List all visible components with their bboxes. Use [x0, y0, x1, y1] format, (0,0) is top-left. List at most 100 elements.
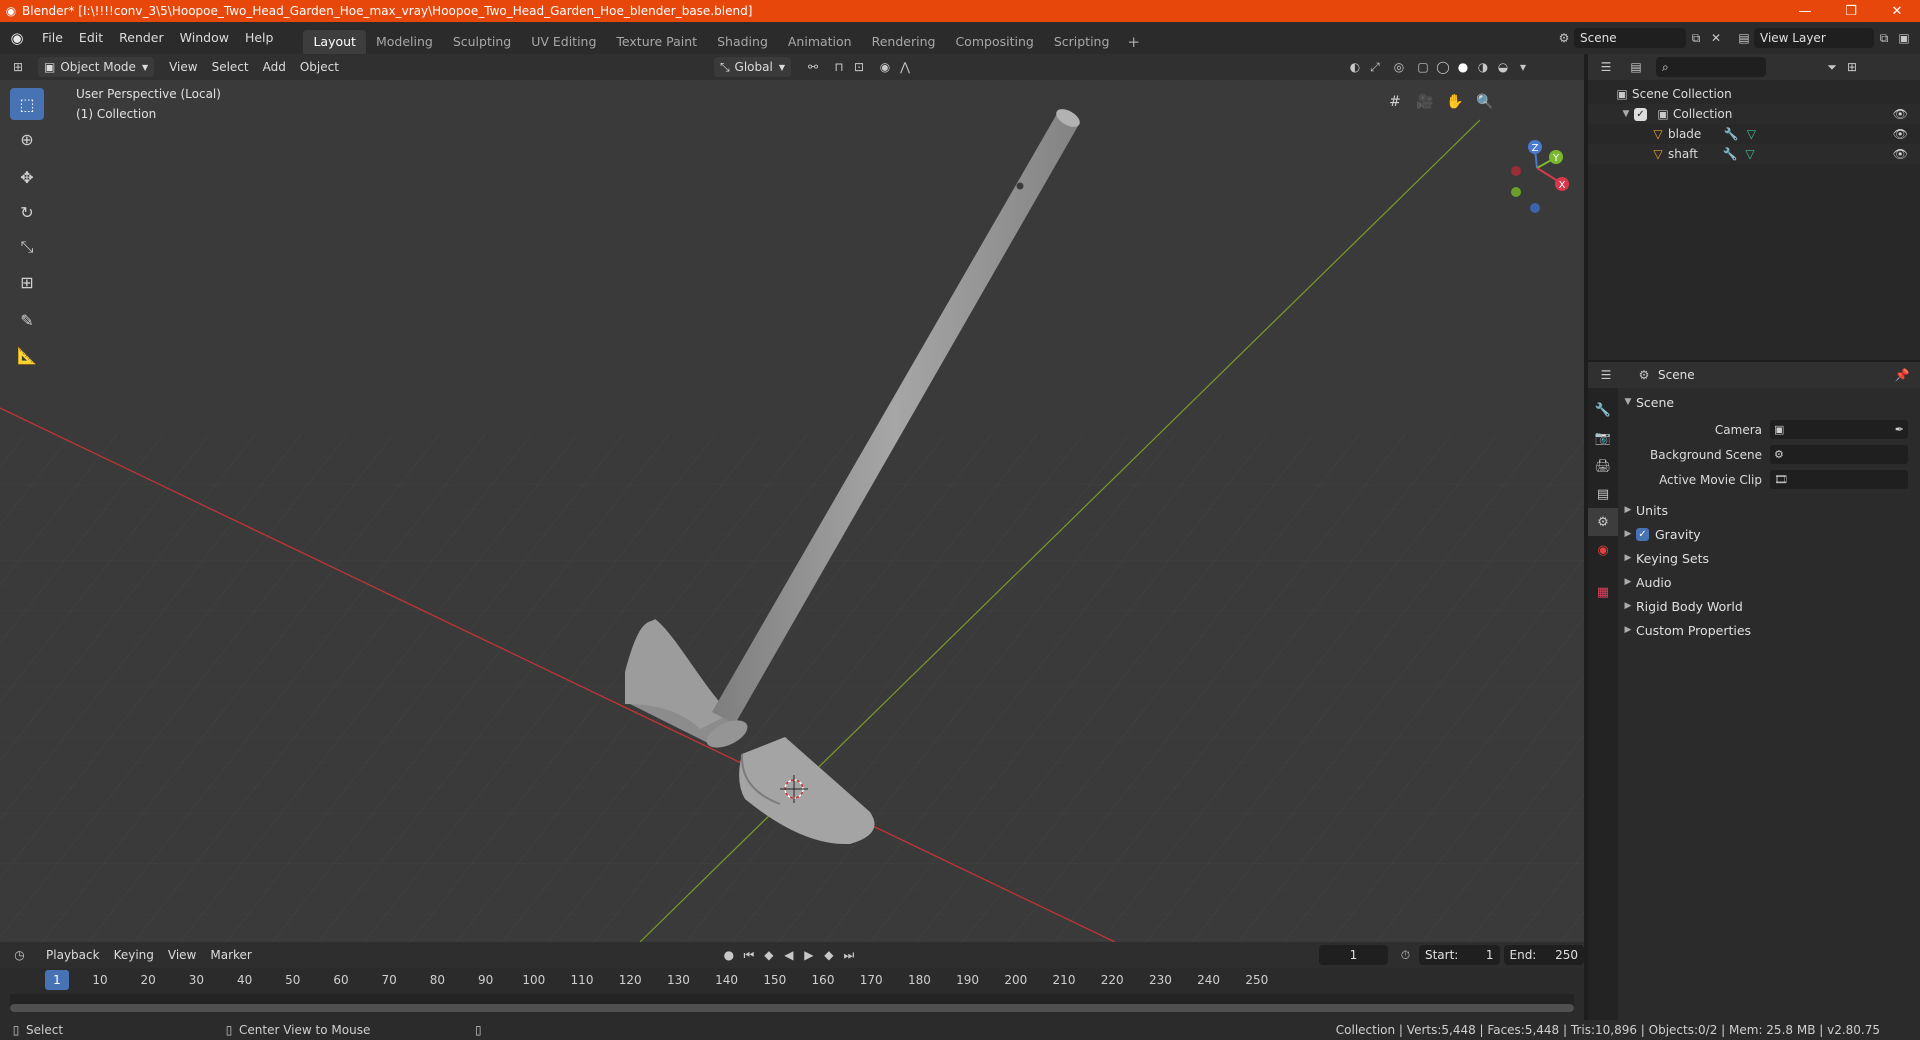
menu-help[interactable]: Help — [237, 27, 282, 49]
transform-orientation[interactable]: ⤡ Global ▼ — [713, 57, 791, 77]
tab-uv-editing[interactable]: UV Editing — [521, 30, 606, 54]
next-keyframe-icon[interactable]: ◆ — [819, 945, 839, 965]
play-reverse-icon[interactable]: ◀ — [779, 945, 799, 965]
jump-end-icon[interactable]: ⏭ — [839, 945, 859, 965]
scale-tool-icon[interactable]: ⤡ — [10, 231, 44, 263]
tab-rendering[interactable]: Rendering — [862, 30, 946, 54]
move-tool-icon[interactable]: ✥ — [10, 161, 44, 193]
editor-type-icon[interactable]: ⊞ — [8, 57, 28, 77]
xray-icon[interactable]: ▢ — [1413, 57, 1433, 77]
output-tab-icon[interactable]: 🖨 — [1588, 452, 1618, 480]
preview-range-icon[interactable]: ⏱ — [1396, 945, 1415, 965]
tab-texture-paint[interactable]: Texture Paint — [606, 30, 707, 54]
camera-field[interactable]: ▣ ✒ — [1770, 420, 1908, 439]
gizmo-neg-z[interactable] — [1530, 203, 1540, 213]
frame-ruler[interactable]: 1 10 20 30 40 50 60 70 80 90 100 110 120 130 140 150 16… — [10, 970, 1574, 992]
shading-options-icon[interactable]: ▾ — [1513, 57, 1533, 77]
zoom-icon[interactable]: 🔍 — [1470, 88, 1500, 116]
view-layer-icon[interactable]: ▤ — [1734, 28, 1754, 48]
end-frame-field[interactable]: End: 250 — [1503, 945, 1585, 965]
maximize-icon[interactable]: ❐ — [1828, 0, 1874, 22]
new-collection-icon[interactable]: ⊞ — [1842, 57, 1862, 77]
falloff-icon[interactable]: ⋀ — [895, 57, 915, 77]
rigid-body-world-panel[interactable]: ▶ Rigid Body World — [1620, 594, 1920, 618]
outliner-search-input[interactable]: ⌕ — [1656, 57, 1766, 77]
expand-icon[interactable]: ▼ — [1620, 397, 1636, 407]
current-frame-field[interactable]: 1 — [1318, 945, 1388, 965]
active-movie-clip-field[interactable]: 🎞 — [1770, 470, 1908, 489]
start-frame-field[interactable]: Start: 1 — [1418, 945, 1500, 965]
world-tab-icon[interactable]: ◉ — [1588, 536, 1618, 564]
pan-hand-icon[interactable]: ✋ — [1440, 88, 1470, 116]
timeline-menu-playback[interactable]: Playback — [39, 948, 107, 962]
expand-icon[interactable]: ▶ — [1620, 601, 1636, 611]
viewport-menu-add[interactable]: Add — [256, 60, 293, 74]
view-layer-field[interactable]: View Layer — [1754, 28, 1874, 48]
overlays-icon[interactable]: ◎ — [1389, 57, 1409, 77]
eyedropper-icon[interactable]: ✒ — [1895, 423, 1904, 436]
blender-menu-icon[interactable]: ◉ — [0, 29, 34, 47]
eye-icon[interactable]: 👁 — [1893, 127, 1908, 141]
record-icon[interactable]: ● — [719, 945, 739, 965]
timeline-editor-icon[interactable]: ◷ — [10, 945, 29, 965]
outliner-editor-icon[interactable]: ☰ — [1596, 57, 1616, 77]
outliner-row-collection[interactable]: ▼ ✓ ▣ Collection 👁 — [1588, 104, 1920, 124]
visibility-icon[interactable]: ◐ — [1345, 57, 1365, 77]
gravity-panel[interactable]: ▶ ✓ Gravity — [1620, 522, 1920, 546]
select-box-icon[interactable]: ⬚ — [10, 88, 44, 120]
timeline-menu-view[interactable]: View — [161, 948, 203, 962]
grid-view-icon[interactable]: # — [1380, 88, 1410, 116]
filter-icon[interactable]: ⏷ — [1822, 57, 1842, 77]
delete-scene-icon[interactable]: ✕ — [1706, 28, 1726, 48]
rotate-tool-icon[interactable]: ↻ — [10, 196, 44, 228]
new-view-layer-icon[interactable]: ⧉ — [1874, 28, 1894, 48]
wireframe-shading-icon[interactable]: ◯ — [1433, 57, 1453, 77]
tool-tab-icon[interactable]: 🔧 — [1588, 396, 1618, 424]
snap-target-icon[interactable]: ⊡ — [849, 57, 869, 77]
tab-shading[interactable]: Shading — [707, 30, 778, 54]
collection-checkbox[interactable]: ✓ — [1634, 107, 1647, 121]
scene-field[interactable]: Scene — [1574, 28, 1686, 48]
menu-window[interactable]: Window — [172, 27, 237, 49]
background-scene-field[interactable]: ⚙ — [1770, 445, 1908, 464]
viewport-menu-view[interactable]: View — [162, 60, 204, 74]
close-icon[interactable]: ✕ — [1874, 0, 1920, 22]
units-panel[interactable]: ▶ Units — [1620, 498, 1920, 522]
current-frame-marker[interactable]: 1 — [45, 970, 69, 990]
snap-icon[interactable]: ⊓ — [829, 57, 849, 77]
cursor-tool-icon[interactable]: ⊕ — [10, 123, 44, 155]
expand-icon[interactable]: ▶ — [1620, 553, 1636, 563]
solid-shading-icon[interactable]: ● — [1453, 57, 1473, 77]
keying-sets-panel[interactable]: ▶ Keying Sets — [1620, 546, 1920, 570]
camera-view-icon[interactable]: 🎥 — [1410, 88, 1440, 116]
mesh-data-icon[interactable]: ▽ — [1740, 144, 1760, 164]
eye-icon[interactable]: 👁 — [1893, 107, 1908, 121]
render-tab-icon[interactable]: 📷 — [1588, 424, 1618, 452]
transform-tool-icon[interactable]: ⊞ — [10, 266, 44, 298]
viewport-canvas[interactable]: Z Y X — [0, 54, 1584, 942]
expand-icon[interactable]: ▶ — [1620, 529, 1636, 539]
outliner-row-blade[interactable]: ▽ blade 🔧 ▽ 👁 — [1588, 124, 1920, 144]
modifier-icon[interactable]: 🔧 — [1720, 144, 1740, 164]
expand-icon[interactable]: ▶ — [1620, 625, 1636, 635]
properties-editor-icon[interactable]: ☰ — [1596, 365, 1616, 385]
gizmo-toggle-icon[interactable]: ⤢ — [1365, 57, 1385, 77]
display-mode-icon[interactable]: ▤ — [1626, 57, 1646, 77]
proportional-edit-icon[interactable]: ◉ — [875, 57, 895, 77]
eye-icon[interactable]: 👁 — [1893, 147, 1908, 161]
audio-panel[interactable]: ▶ Audio — [1620, 570, 1920, 594]
tab-modeling[interactable]: Modeling — [366, 30, 443, 54]
menu-edit[interactable]: Edit — [71, 27, 111, 49]
view-layer-tab-icon[interactable]: ▤ — [1588, 480, 1618, 508]
scene-icon[interactable]: ⚙ — [1554, 28, 1574, 48]
gravity-checkbox[interactable]: ✓ — [1636, 527, 1649, 541]
new-scene-icon[interactable]: ⧉ — [1686, 28, 1706, 48]
viewport-menu-select[interactable]: Select — [205, 60, 256, 74]
tab-sculpting[interactable]: Sculpting — [443, 30, 521, 54]
add-workspace-icon[interactable]: + — [1119, 30, 1148, 54]
tab-compositing[interactable]: Compositing — [945, 30, 1043, 54]
outliner-row-shaft[interactable]: ▽ shaft 🔧 ▽ 👁 — [1588, 144, 1920, 164]
outliner-row-scene-collection[interactable]: ▣ Scene Collection — [1588, 84, 1920, 104]
texture-tab-icon[interactable]: ▦ — [1588, 578, 1618, 606]
3d-viewport[interactable]: Z Y X ⊞ ▣ Object Mode ▼ View Select Add … — [0, 54, 1584, 942]
